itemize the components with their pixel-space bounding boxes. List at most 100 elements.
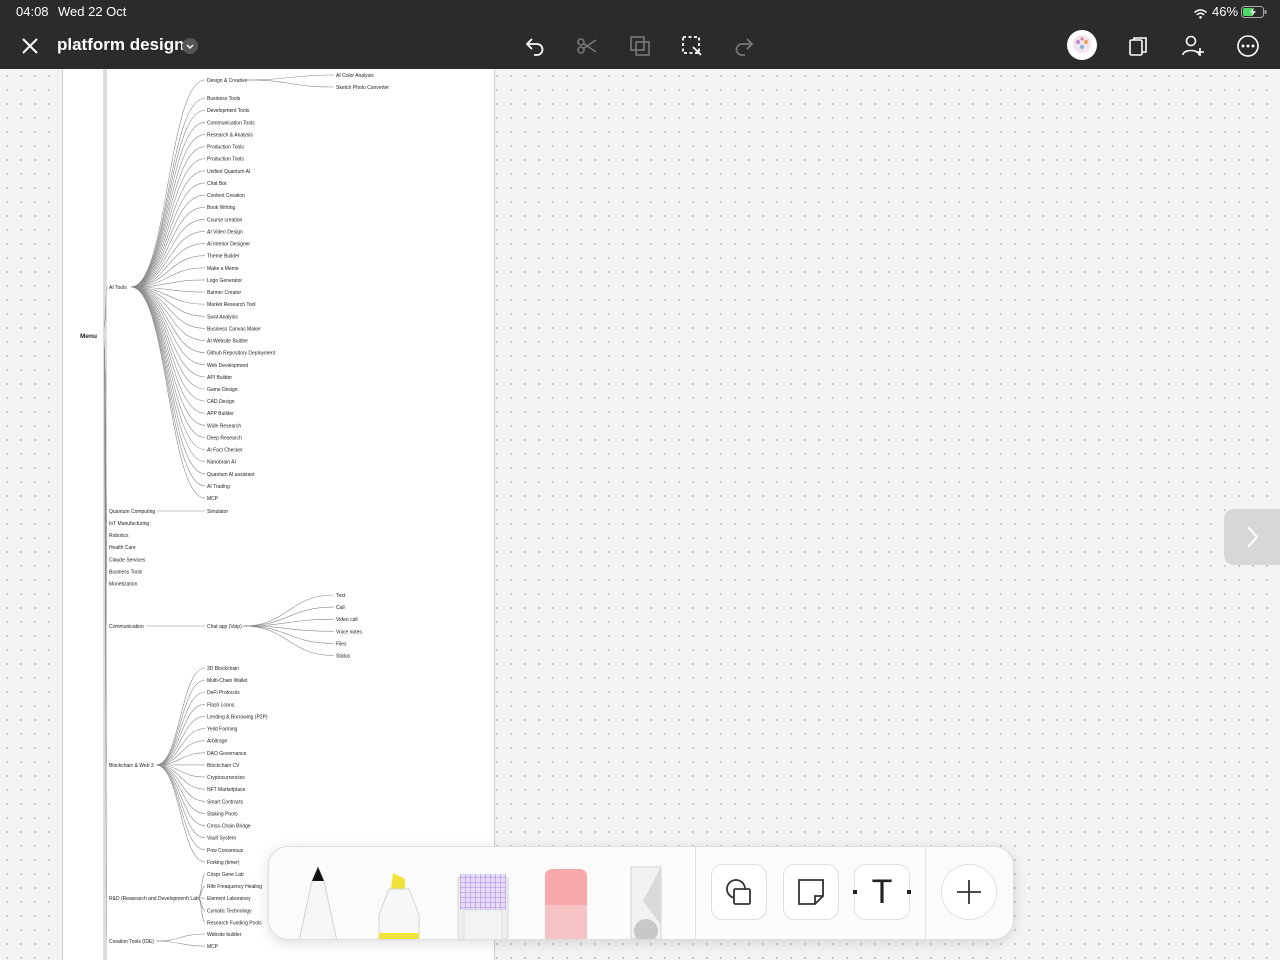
mindmap-node-ai-tool[interactable]: CAD Design bbox=[207, 399, 235, 405]
mindmap-node-ai-tool[interactable]: Theme Builder bbox=[207, 254, 240, 260]
mindmap-node-blockchain-child[interactable]: Flash Loans bbox=[207, 702, 235, 708]
mindmap-node-blockchain-child[interactable]: NFT Marketplace bbox=[207, 787, 245, 793]
mindmap-node-rnd-child[interactable]: Crispr Gene Lab bbox=[207, 872, 244, 878]
chevron-down-icon[interactable] bbox=[182, 38, 198, 54]
mindmap-node-chat-feature[interactable]: Call bbox=[336, 605, 345, 611]
mindmap-node-blockchain-child[interactable]: DAO Governance bbox=[207, 751, 247, 757]
mindmap-node-ai-tool[interactable]: Logo Generator bbox=[207, 278, 242, 284]
mindmap-node-ai-tool[interactable]: Communication Tools bbox=[207, 120, 255, 126]
mindmap-node-rnd-child[interactable]: Research Funding Pools bbox=[207, 920, 262, 926]
mindmap-node-ai-tool[interactable]: AI Video Design bbox=[207, 229, 243, 235]
highlighter-tool[interactable] bbox=[372, 871, 426, 939]
mindmap-node-ai-tool[interactable]: AI Website Builder bbox=[207, 339, 248, 345]
mindmap-node-blockchain-child[interactable]: Pow Consensus bbox=[207, 848, 244, 854]
mindmap-node-ai-tool[interactable]: Research & Analysis bbox=[207, 132, 253, 138]
pattern-tool[interactable] bbox=[455, 872, 511, 939]
mindmap-root[interactable]: Menu bbox=[80, 333, 97, 340]
mindmap-node-ai-tool[interactable]: Make a Meme bbox=[207, 266, 239, 272]
mindmap-node-blockchain-child[interactable]: 3D Blockchain bbox=[207, 666, 239, 672]
mindmap-node-blockchain-child[interactable]: Vault System bbox=[207, 836, 236, 842]
mindmap-node-blockchain-child[interactable]: Lending & Borrowing (P2P) bbox=[207, 714, 268, 720]
pages-icon[interactable] bbox=[1122, 30, 1154, 62]
mindmap-node-ai-tool[interactable]: Production Tools bbox=[207, 157, 244, 163]
close-icon[interactable] bbox=[14, 30, 46, 62]
shapes-icon[interactable] bbox=[711, 864, 767, 920]
mindmap-node-ai-tool[interactable]: Business Tools bbox=[207, 96, 241, 102]
mindmap-node-blockchain-child[interactable]: Cross-Chain Bridge bbox=[207, 824, 251, 830]
mindmap-node-blockchain-child[interactable]: Arbitrage bbox=[207, 739, 228, 745]
mindmap-node-ai-tool[interactable]: Development Tools bbox=[207, 108, 250, 114]
mindmap-node-item[interactable]: Robotics bbox=[109, 533, 129, 539]
mindmap-node-blockchain[interactable]: Blockchain & Web 3 bbox=[109, 763, 154, 769]
add-icon[interactable] bbox=[941, 864, 997, 920]
eraser-tool[interactable] bbox=[542, 869, 590, 939]
mindmap-node-blockchain-child[interactable]: Yeild Farming bbox=[207, 727, 238, 733]
mindmap-node-ai-tool[interactable]: Github Repository Deployment bbox=[207, 351, 276, 357]
mindmap-node-ai-tool[interactable]: Design & Creative bbox=[207, 78, 248, 84]
mindmap-node-ai-tool[interactable]: APP Builder bbox=[207, 411, 234, 417]
ruler-tool[interactable] bbox=[627, 865, 667, 939]
undo-icon[interactable] bbox=[519, 30, 551, 62]
mindmap-node-blockchain-child[interactable]: Blockchain CV bbox=[207, 763, 240, 769]
mindmap-node-creation-tools[interactable]: Creation Tools (IDE) bbox=[109, 939, 154, 945]
mindmap-node-ai-tool[interactable]: Wide Research bbox=[207, 423, 241, 429]
mindmap-node-ai-tool[interactable]: Quantum AI assistant bbox=[207, 472, 255, 478]
sticky-note-icon[interactable] bbox=[783, 864, 839, 920]
mindmap-node-rnd-child[interactable]: Rife Freaquency Healing bbox=[207, 884, 262, 890]
mindmap-node-creation-child[interactable]: MCP bbox=[207, 944, 219, 950]
mindmap-node-blockchain-child[interactable]: DeFi Protocols bbox=[207, 690, 240, 696]
mindmap-node-ai-tool[interactable]: Unified Quantum AI bbox=[207, 169, 250, 175]
mindmap-node-rnd-child[interactable]: Cymatic Technology bbox=[207, 908, 252, 914]
cut-icon[interactable] bbox=[571, 30, 603, 62]
mindmap-node-blockchain-child[interactable]: Smart Contracts bbox=[207, 799, 244, 805]
mindmap-node-chat-app[interactable]: Chat app (Voip) bbox=[207, 624, 242, 630]
mindmap-node-design-child[interactable]: AI Color Analysis bbox=[336, 73, 374, 79]
mindmap-node-communication[interactable]: Communication bbox=[109, 624, 144, 630]
mindmap-node-rnd-child[interactable]: Element Laboratory bbox=[207, 896, 251, 902]
mindmap-node-blockchain-child[interactable]: Forking (timer) bbox=[207, 860, 240, 866]
mindmap-node-ai-tools[interactable]: AI Tools bbox=[109, 285, 127, 291]
mindmap-node-chat-feature[interactable]: Status bbox=[336, 654, 351, 660]
mindmap-node-ai-tool[interactable]: Banner Creator bbox=[207, 290, 242, 296]
mindmap-node-chat-feature[interactable]: Video call bbox=[336, 617, 358, 623]
mindmap-node-design-child[interactable]: Sketch Photo Converter bbox=[336, 85, 389, 91]
mindmap-node-item[interactable]: IoT Manufacturing bbox=[109, 521, 149, 527]
mindmap-node-chat-feature[interactable]: Text bbox=[336, 593, 346, 599]
mindmap-node-chat-feature[interactable]: Files bbox=[336, 641, 347, 647]
mindmap-node-ai-tool[interactable]: Game Design bbox=[207, 387, 238, 393]
mindmap-node-ai-tool[interactable]: AI Interior Designer bbox=[207, 242, 250, 248]
mindmap-node-blockchain-child[interactable]: Cryptocurrencies bbox=[207, 775, 245, 781]
mindmap-node-ai-tool[interactable]: Business Canvas Maker bbox=[207, 326, 261, 332]
mindmap-node-chat-feature[interactable]: Voice notes bbox=[336, 629, 362, 635]
mindmap-node-blockchain-child[interactable]: Staking Pools bbox=[207, 811, 238, 817]
mindmap-node-item[interactable]: Health Care bbox=[109, 545, 136, 551]
pen-tool[interactable] bbox=[293, 865, 343, 939]
avatar[interactable] bbox=[1067, 30, 1097, 60]
document-title[interactable]: platform design bbox=[57, 35, 185, 55]
mindmap-node-ai-tool[interactable]: Content Creation bbox=[207, 193, 245, 199]
mindmap-node-ai-tool[interactable]: API Builder bbox=[207, 375, 232, 381]
mindmap-node-blockchain-child[interactable]: Multi-Chain Wallet bbox=[207, 678, 248, 684]
mindmap-node-item[interactable]: Business Tools bbox=[109, 569, 143, 575]
more-icon[interactable] bbox=[1232, 30, 1264, 62]
mindmap[interactable]: Menu AI Tools Design & Creative Business To… bbox=[0, 69, 500, 960]
mindmap-node-quantum[interactable]: Quantum Computing bbox=[109, 509, 155, 515]
next-page-button[interactable] bbox=[1224, 509, 1280, 565]
mindmap-node-ai-tool[interactable]: Chat Bot bbox=[207, 181, 227, 187]
mindmap-node-ai-tool[interactable]: Swat Analysis bbox=[207, 314, 238, 320]
redo-icon[interactable] bbox=[728, 30, 760, 62]
mindmap-node-rnd[interactable]: R&D (Reasearch and Development) Lab bbox=[109, 896, 199, 902]
add-user-icon[interactable] bbox=[1177, 30, 1209, 62]
duplicate-icon[interactable] bbox=[624, 30, 656, 62]
mindmap-node-simulator[interactable]: Simulator bbox=[207, 509, 228, 515]
mindmap-node-ai-tool[interactable]: Course creation bbox=[207, 217, 243, 223]
mindmap-node-ai-tool[interactable]: Market Research Tool bbox=[207, 302, 256, 308]
mindmap-node-ai-tool[interactable]: Nanobrain AI bbox=[207, 460, 236, 466]
mindmap-node-ai-tool[interactable]: Web Development bbox=[207, 363, 249, 369]
mindmap-node-ai-tool[interactable]: Production Tools bbox=[207, 145, 244, 151]
mindmap-node-ai-tool[interactable]: AI Fact Checker bbox=[207, 448, 243, 454]
text-icon[interactable]: T bbox=[853, 864, 911, 920]
mindmap-node-item[interactable]: Monetization bbox=[109, 582, 138, 588]
mindmap-node-creation-child[interactable]: Website builder bbox=[207, 932, 242, 938]
mindmap-node-ai-tool[interactable]: AI Trading bbox=[207, 484, 230, 490]
